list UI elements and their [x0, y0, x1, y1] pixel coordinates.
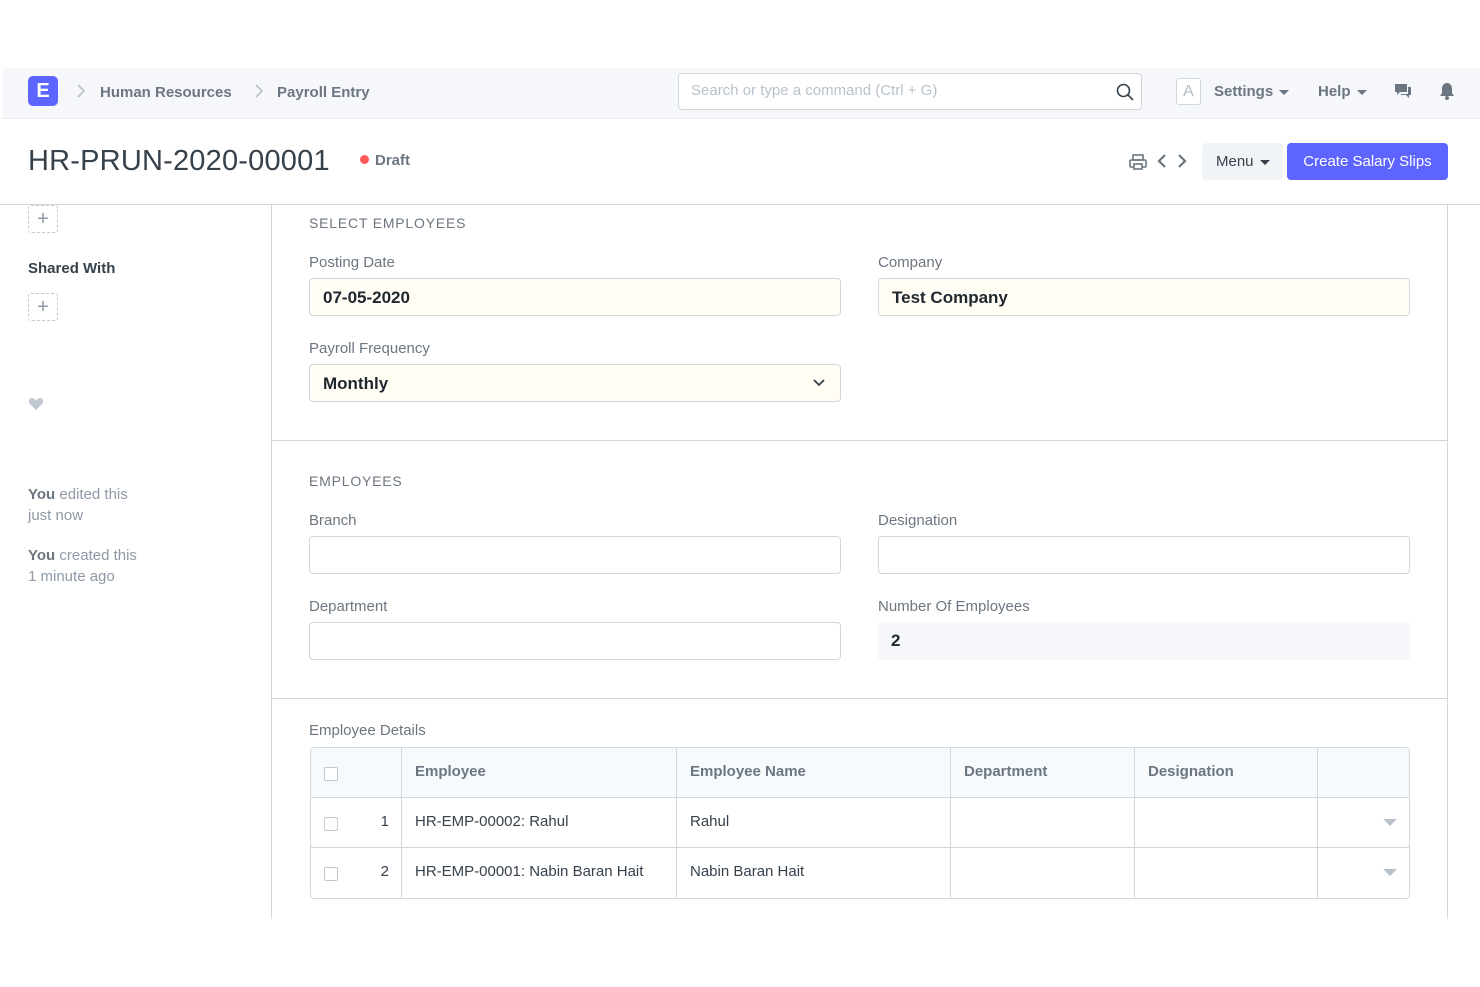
chevron-left-icon[interactable]: [1155, 152, 1169, 170]
department-cell[interactable]: [951, 848, 1135, 898]
add-share-button[interactable]: +: [28, 293, 58, 321]
search-input[interactable]: [691, 82, 1091, 99]
breadcrumb-human-resources[interactable]: Human Resources: [100, 84, 232, 101]
designation-cell[interactable]: [1135, 798, 1318, 847]
row-index: 2: [380, 863, 389, 880]
select-all-cell: [311, 748, 402, 797]
caret-down-icon: [1279, 89, 1290, 95]
create-salary-slips-button[interactable]: Create Salary Slips: [1287, 143, 1448, 180]
form-sidebar: + Shared With + You edited this just now…: [0, 205, 271, 919]
select-all-checkbox[interactable]: [324, 767, 338, 781]
avatar[interactable]: A: [1176, 78, 1201, 105]
menu-label: Menu: [1216, 153, 1254, 170]
timeline-item-edited: You edited this just now: [28, 484, 128, 526]
number-of-employees-value: 2: [891, 631, 901, 650]
print-icon[interactable]: [1128, 152, 1148, 172]
designation-field[interactable]: [878, 536, 1410, 574]
timeline-when: 1 minute ago: [28, 568, 115, 585]
department-cell[interactable]: [951, 798, 1135, 847]
timeline-actor[interactable]: You: [28, 486, 55, 503]
form-body: SELECT EMPLOYEES Posting Date 07-05-2020…: [271, 205, 1448, 919]
caret-down-icon: [1356, 89, 1367, 95]
chevron-right-icon[interactable]: [1175, 152, 1189, 170]
timeline-when: just now: [28, 507, 84, 524]
app-logo[interactable]: E: [28, 76, 58, 106]
number-of-employees-field: 2: [878, 622, 1410, 660]
row-actions-cell: [1318, 798, 1409, 847]
department-label: Department: [309, 598, 388, 615]
chevron-down-icon: [813, 379, 825, 387]
employee-details-label: Employee Details: [309, 722, 426, 739]
chevron-right-icon: [77, 84, 86, 98]
column-header-department: Department: [951, 748, 1135, 797]
timeline-actor[interactable]: You: [28, 547, 55, 564]
column-header-designation: Designation: [1135, 748, 1318, 797]
help-label: Help: [1318, 83, 1351, 100]
payroll-frequency-label: Payroll Frequency: [309, 340, 430, 357]
top-navbar: E Human Resources Payroll Entry A Settin…: [3, 68, 1480, 119]
department-field[interactable]: [309, 622, 841, 660]
payroll-frequency-select[interactable]: Monthly: [309, 364, 841, 402]
status-badge: Draft: [375, 152, 411, 169]
chevron-right-icon: [255, 84, 264, 98]
status-dot: [360, 155, 369, 164]
branch-field[interactable]: [309, 536, 841, 574]
chat-icon[interactable]: [1393, 81, 1413, 101]
employee-name-cell[interactable]: Nabin Baran Hait: [677, 848, 951, 898]
employee-name-cell[interactable]: Rahul: [677, 798, 951, 847]
section-select-employees: SELECT EMPLOYEES Posting Date 07-05-2020…: [272, 205, 1447, 441]
section-heading: EMPLOYEES: [309, 473, 403, 489]
row-expand-icon[interactable]: [1383, 819, 1397, 826]
breadcrumb-payroll-entry[interactable]: Payroll Entry: [277, 84, 370, 101]
employee-cell[interactable]: HR-EMP-00002: Rahul: [402, 798, 677, 847]
timeline-item-created: You created this 1 minute ago: [28, 545, 137, 587]
number-of-employees-label: Number Of Employees: [878, 598, 1030, 615]
column-header-actions: [1318, 748, 1409, 797]
employee-cell[interactable]: HR-EMP-00001: Nabin Baran Hait: [402, 848, 677, 898]
bell-icon[interactable]: [1437, 81, 1457, 101]
designation-label: Designation: [878, 512, 958, 529]
table-header-row: Employee Employee Name Department Design…: [311, 748, 1409, 798]
status-indicator: Draft: [360, 152, 410, 169]
page-title: HR-PRUN-2020-00001: [28, 145, 330, 177]
menu-button[interactable]: Menu: [1202, 143, 1283, 180]
row-checkbox[interactable]: [324, 817, 338, 831]
table-row[interactable]: 2 HR-EMP-00001: Nabin Baran Hait Nabin B…: [311, 848, 1409, 898]
heart-icon[interactable]: [28, 397, 44, 411]
row-select-cell: 1: [311, 798, 402, 847]
timeline-action: created this: [59, 547, 137, 564]
posting-date-field[interactable]: 07-05-2020: [309, 278, 841, 316]
timeline-action: edited this: [59, 486, 128, 503]
posting-date-value: 07-05-2020: [323, 288, 410, 307]
row-checkbox[interactable]: [324, 867, 338, 881]
branch-label: Branch: [309, 512, 357, 529]
row-expand-icon[interactable]: [1383, 869, 1397, 876]
designation-cell[interactable]: [1135, 848, 1318, 898]
row-actions-cell: [1318, 848, 1409, 898]
company-value: Test Company: [892, 288, 1008, 307]
section-heading: SELECT EMPLOYEES: [309, 215, 467, 231]
page-header: HR-PRUN-2020-00001 Draft Menu Create Sal…: [0, 119, 1480, 205]
add-assignment-button[interactable]: +: [28, 205, 58, 233]
help-dropdown[interactable]: Help: [1318, 83, 1367, 100]
employee-details-table: Employee Employee Name Department Design…: [310, 747, 1410, 899]
posting-date-label: Posting Date: [309, 254, 395, 271]
column-header-employee: Employee: [402, 748, 677, 797]
company-field[interactable]: Test Company: [878, 278, 1410, 316]
settings-label: Settings: [1214, 83, 1274, 100]
shared-with-label: Shared With: [28, 260, 116, 277]
company-label: Company: [878, 254, 943, 271]
caret-down-icon: [1259, 159, 1270, 165]
row-select-cell: 2: [311, 848, 402, 898]
table-row[interactable]: 1 HR-EMP-00002: Rahul Rahul: [311, 798, 1409, 848]
section-employees: EMPLOYEES Branch Designation Department …: [272, 441, 1447, 699]
search-icon[interactable]: [1115, 82, 1135, 102]
payroll-frequency-value: Monthly: [323, 374, 389, 393]
column-header-employee-name: Employee Name: [677, 748, 951, 797]
settings-dropdown[interactable]: Settings: [1214, 83, 1290, 100]
row-index: 1: [380, 813, 389, 830]
search-box[interactable]: [678, 73, 1142, 110]
